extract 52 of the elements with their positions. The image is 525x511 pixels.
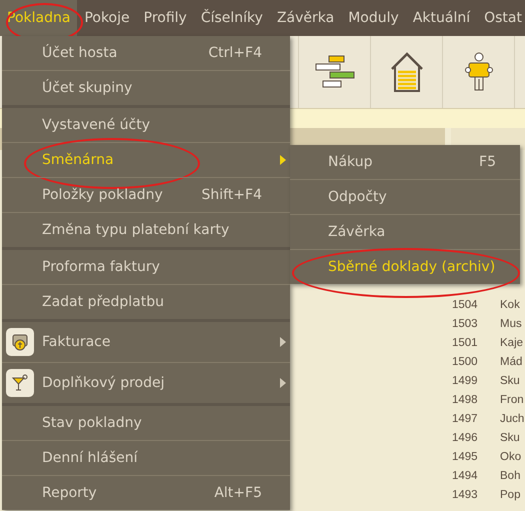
menu-item[interactable]: Doplňkový prodej: [2, 363, 290, 403]
menu-item[interactable]: Denní hlášení: [2, 441, 290, 475]
menu-item[interactable]: Účet skupiny: [2, 71, 290, 105]
menu-bar-item[interactable]: Profily: [136, 0, 194, 36]
menu-item[interactable]: Proforma faktury: [2, 250, 290, 284]
row-number: 1497: [452, 412, 479, 424]
row-name: Kok: [500, 298, 520, 310]
gantt-icon: [314, 55, 354, 89]
row-number: 1495: [452, 450, 479, 462]
menu-item[interactable]: Reporty Alt+F5: [2, 476, 290, 510]
row-number: 1498: [452, 394, 479, 406]
menu-bar-item[interactable]: Pokladna: [0, 0, 78, 36]
menu-bar-item[interactable]: Ostat: [477, 0, 525, 36]
row-number: 1494: [452, 470, 479, 482]
menu-bar-item[interactable]: Závěrka: [270, 0, 342, 36]
menu-item[interactable]: Směnárna: [2, 143, 290, 177]
row-number: 1504: [452, 298, 479, 310]
menu-item[interactable]: Nákup F5: [290, 145, 520, 179]
menu-bar-item[interactable]: Číselníky: [194, 0, 270, 36]
row-name: Pop: [500, 488, 520, 500]
menu-bar-item[interactable]: Pokoje: [77, 0, 137, 36]
menu-item[interactable]: Fakturace: [2, 322, 290, 362]
cocktail-icon: [6, 369, 34, 397]
row-name: Fron: [500, 394, 524, 406]
row-number: 1500: [452, 356, 479, 368]
row-name: Boh: [500, 470, 520, 482]
person-icon: [464, 52, 494, 92]
menu-item[interactable]: Změna typu platební karty: [2, 213, 290, 247]
menu-item[interactable]: Stav pokladny: [2, 406, 290, 440]
row-name: Kaje: [500, 336, 524, 348]
menu-bar-item[interactable]: Aktuální: [406, 0, 478, 36]
menu-bar-item[interactable]: Moduly: [341, 0, 406, 36]
row-number: 1493: [452, 488, 479, 500]
menu-item[interactable]: Zadat předplatbu: [2, 285, 290, 319]
menu-item[interactable]: Položky pokladny Shift+F4: [2, 178, 290, 212]
row-name: Mus: [500, 318, 522, 330]
house-icon: [390, 52, 424, 92]
row-name: Sku: [500, 374, 520, 386]
row-name: Oko: [500, 450, 522, 462]
menu-item[interactable]: Sběrné doklady (archiv): [290, 250, 520, 284]
row-number: 1503: [452, 318, 479, 330]
row-name: Sku: [500, 432, 520, 444]
menu-item[interactable]: Účet hosta Ctrl+F4: [2, 36, 290, 70]
row-number: 1496: [452, 432, 479, 444]
row-name: Mád: [500, 356, 522, 368]
safe-icon: [6, 328, 34, 356]
menu-item[interactable]: Vystavené účty: [2, 108, 290, 142]
row-name: Juch: [500, 412, 524, 424]
row-number: 1501: [452, 336, 479, 348]
menu-item[interactable]: Odpočty: [290, 180, 520, 214]
menu-item[interactable]: Závěrka: [290, 215, 520, 249]
row-number: 1499: [452, 374, 479, 386]
